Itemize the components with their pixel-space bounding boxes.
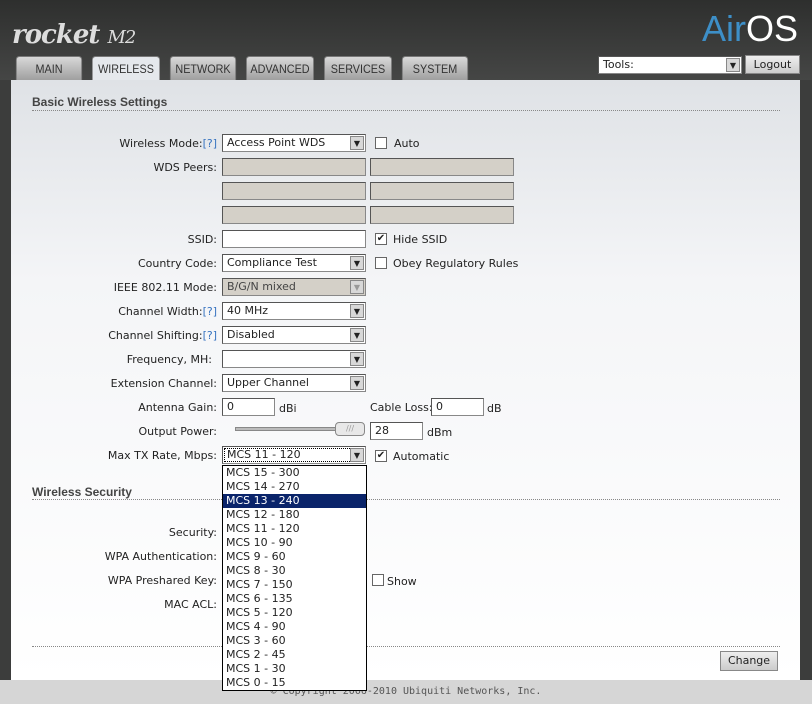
- cable-loss-label: Cable Loss:: [370, 401, 433, 414]
- dropdown-option[interactable]: MCS 2 - 45: [223, 648, 366, 662]
- frequency-select[interactable]: ▼: [222, 350, 366, 368]
- max-tx-label: Max TX Rate, Mbps:: [107, 449, 217, 462]
- change-button[interactable]: Change: [720, 651, 778, 671]
- chevron-down-icon: ▼: [350, 280, 364, 294]
- ieee-mode-label: IEEE 802.11 Mode:: [113, 281, 217, 294]
- antenna-gain-label: Antenna Gain:: [138, 401, 217, 414]
- country-code-select[interactable]: Compliance Test ▼: [222, 254, 366, 272]
- tab-network[interactable]: NETWORK: [169, 56, 237, 81]
- antenna-gain-unit: dBi: [279, 402, 297, 415]
- dropdown-option[interactable]: MCS 12 - 180: [223, 508, 366, 522]
- hide-ssid-label: Hide SSID: [393, 233, 448, 246]
- model-name: M2: [107, 27, 137, 48]
- chevron-down-icon: ▼: [350, 304, 364, 318]
- ieee-mode-select: B/G/N mixed ▼: [222, 278, 366, 296]
- obey-rules-label: Obey Regulatory Rules: [393, 257, 519, 270]
- channel-shifting-select[interactable]: Disabled ▼: [222, 326, 366, 344]
- wireless-mode-select[interactable]: Access Point WDS ▼: [222, 134, 366, 152]
- max-tx-dropdown-list[interactable]: MCS 15 - 300 MCS 14 - 270 MCS 13 - 240 MCS …: [222, 465, 367, 691]
- output-power-unit: dBm: [427, 426, 453, 439]
- help-link[interactable]: [?]: [203, 329, 217, 342]
- tools-select[interactable]: Tools: ▼: [598, 56, 742, 74]
- wds-peer-2[interactable]: [370, 158, 514, 176]
- cable-loss-input[interactable]: 0: [431, 398, 484, 416]
- dropdown-option[interactable]: MCS 14 - 270: [223, 480, 366, 494]
- dropdown-option[interactable]: MCS 6 - 135: [223, 592, 366, 606]
- chevron-down-icon: ▼: [350, 376, 364, 390]
- airos-logo: AirOS: [701, 8, 798, 49]
- chevron-down-icon: ▼: [350, 352, 364, 366]
- wds-peer-3[interactable]: [222, 182, 366, 200]
- country-code-label: Country Code:: [137, 257, 217, 270]
- output-power-slider-thumb[interactable]: ///: [335, 422, 365, 436]
- divider: [32, 499, 780, 500]
- obey-rules-checkbox[interactable]: [375, 257, 387, 269]
- logout-button[interactable]: Logout: [745, 55, 800, 74]
- hide-ssid-checkbox[interactable]: ✔: [375, 233, 387, 245]
- ssid-label: SSID:: [187, 233, 217, 246]
- channel-shifting-label: Channel Shifting:[?]: [108, 329, 217, 342]
- section-title-security: Wireless Security: [32, 485, 132, 499]
- wds-peer-4[interactable]: [370, 182, 514, 200]
- dropdown-option[interactable]: MCS 11 - 120: [223, 522, 366, 536]
- section-title-basic: Basic Wireless Settings: [32, 95, 168, 109]
- frequency-label: Frequency, MH:: [126, 353, 212, 366]
- wireless-mode-label: Wireless Mode:[?]: [119, 137, 217, 150]
- extension-channel-label: Extension Channel:: [110, 377, 217, 390]
- tab-system[interactable]: SYSTEM: [401, 56, 469, 81]
- extension-channel-select[interactable]: Upper Channel ▼: [222, 374, 366, 392]
- footer-copyright: © Copyright 2006-2010 Ubiquiti Networks,…: [0, 680, 812, 704]
- wds-peer-1[interactable]: [222, 158, 366, 176]
- antenna-gain-input[interactable]: 0: [222, 398, 275, 416]
- dropdown-option[interactable]: MCS 10 - 90: [223, 536, 366, 550]
- auto-checkbox[interactable]: [375, 137, 387, 149]
- dropdown-option[interactable]: MCS 9 - 60: [223, 550, 366, 564]
- show-key-checkbox[interactable]: [372, 574, 384, 586]
- wpa-key-label: WPA Preshared Key:: [107, 574, 217, 587]
- tab-advanced[interactable]: ADVANCED: [245, 56, 315, 81]
- divider: [32, 110, 780, 111]
- dropdown-option[interactable]: MCS 13 - 240: [223, 494, 366, 508]
- tab-main[interactable]: MAIN: [15, 56, 83, 81]
- channel-width-label: Channel Width:[?]: [118, 305, 217, 318]
- auto-label: Auto: [394, 137, 420, 150]
- security-label: Security:: [168, 526, 217, 539]
- ssid-input[interactable]: [222, 230, 366, 248]
- output-power-input[interactable]: 28: [370, 422, 423, 440]
- dropdown-option[interactable]: MCS 8 - 30: [223, 564, 366, 578]
- dropdown-option[interactable]: MCS 1 - 30: [223, 662, 366, 676]
- max-tx-select[interactable]: MCS 11 - 120 ▼: [222, 446, 366, 464]
- dropdown-option[interactable]: MCS 0 - 15: [223, 676, 366, 690]
- tab-wireless[interactable]: WIRELESS: [91, 56, 161, 82]
- rocket-logo: rocket M2: [12, 20, 137, 50]
- tools-value: Tools:: [603, 58, 634, 71]
- dropdown-option[interactable]: MCS 3 - 60: [223, 634, 366, 648]
- show-key-label: Show: [387, 575, 417, 588]
- wpa-auth-label: WPA Authentication:: [104, 550, 217, 563]
- chevron-down-icon: ▼: [350, 136, 364, 150]
- product-name: rocket: [12, 20, 100, 50]
- help-link[interactable]: [?]: [203, 305, 217, 318]
- cable-loss-unit: dB: [487, 402, 502, 415]
- chevron-down-icon: ▼: [726, 58, 740, 72]
- dropdown-option[interactable]: MCS 5 - 120: [223, 606, 366, 620]
- chevron-down-icon: ▼: [350, 256, 364, 270]
- automatic-checkbox[interactable]: ✔: [375, 450, 387, 462]
- dropdown-option[interactable]: MCS 15 - 300: [223, 466, 366, 480]
- chevron-down-icon: ▼: [350, 328, 364, 342]
- help-link[interactable]: [?]: [203, 137, 217, 150]
- tab-services[interactable]: SERVICES: [323, 56, 393, 81]
- dropdown-option[interactable]: MCS 7 - 150: [223, 578, 366, 592]
- chevron-down-icon: ▼: [350, 448, 364, 462]
- automatic-label: Automatic: [393, 450, 450, 463]
- channel-width-select[interactable]: 40 MHz ▼: [222, 302, 366, 320]
- mac-acl-label: MAC ACL:: [164, 598, 217, 611]
- dropdown-option[interactable]: MCS 4 - 90: [223, 620, 366, 634]
- wds-peers-label: WDS Peers:: [153, 161, 217, 174]
- divider: [32, 646, 780, 647]
- wds-peer-6[interactable]: [370, 206, 514, 224]
- output-power-label: Output Power:: [138, 425, 217, 438]
- wds-peer-5[interactable]: [222, 206, 366, 224]
